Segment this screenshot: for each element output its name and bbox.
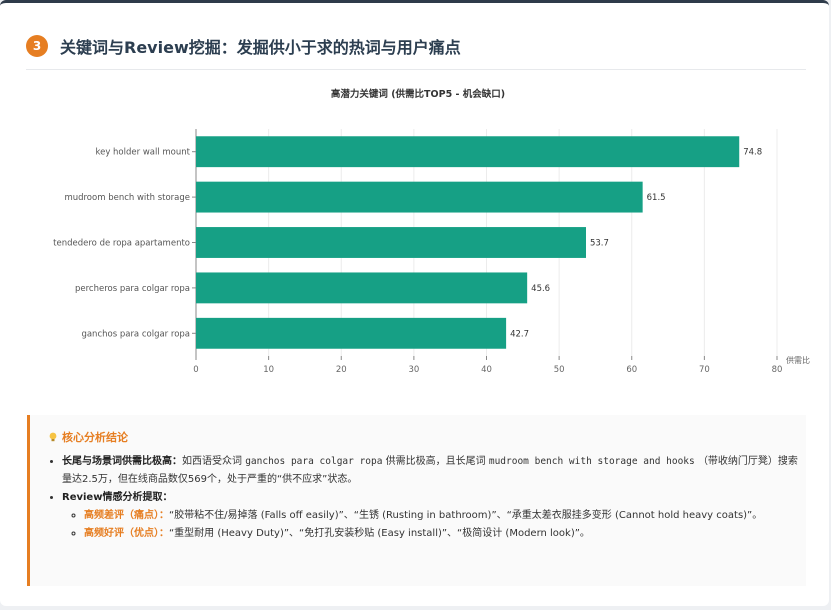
analysis-card: 3 关键词与Review挖掘：发掘供小于求的热词与用户痛点 高潜力关键词 (供需…	[0, 0, 829, 606]
bar	[196, 136, 740, 168]
point-label: Review情感分析提取：	[62, 492, 173, 503]
data-label: 42.7	[510, 329, 529, 339]
negative-review-text: “胶带粘不住/易掉落 (Falls off easily)”、“生锈 (Rust…	[169, 510, 763, 521]
bar	[196, 272, 528, 304]
bar	[196, 227, 586, 258]
bar	[196, 181, 643, 213]
conclusion-panel: 核心分析结论 长尾与场景词供需比极高：如西语受众词 ganchos para c…	[27, 415, 806, 586]
negative-review-item: 高频差评（痛点）：“胶带粘不住/易掉落 (Falls off easily)”、…	[84, 507, 802, 525]
x-tick-label: 10	[263, 365, 274, 375]
bar	[196, 317, 507, 349]
positive-review-text: “重型耐用 (Heavy Duty)”、“免打孔安装秒贴 (Easy insta…	[169, 528, 590, 539]
conclusion-point-reviews: Review情感分析提取： 高频差评（痛点）：“胶带粘不住/易掉落 (Falls…	[62, 489, 802, 543]
data-label: 74.8	[743, 148, 762, 158]
conclusion-point-demand: 长尾与场景词供需比极高：如西语受众词 ganchos para colgar r…	[62, 453, 802, 489]
x-tick-label: 50	[554, 365, 565, 375]
keyword-bar-chart: 高潜力关键词 (供需比TOP5 - 机会缺口) 0 10 20 30 40 50 60 70 8…	[53, 88, 810, 375]
positive-review-label: 高频好评（优点）：	[84, 528, 169, 539]
conclusion-heading: 核心分析结论	[48, 429, 128, 445]
lightbulb-icon	[49, 432, 57, 442]
category-label: mudroom bench with storage	[64, 193, 190, 203]
x-tick-label: 80	[772, 365, 783, 375]
x-tick-label: 60	[626, 365, 637, 375]
category-label: tendedero de ropa apartamento	[53, 239, 190, 249]
data-label: 45.6	[531, 284, 550, 294]
point-text: 如西语受众词	[182, 456, 242, 467]
x-tick-label: 40	[481, 365, 492, 375]
data-label: 61.5	[647, 193, 666, 203]
data-label: 53.7	[590, 239, 609, 249]
review-sublist: 高频差评（痛点）：“胶带粘不住/易掉落 (Falls off easily)”、…	[62, 507, 802, 543]
x-axis-label: 供需比	[786, 355, 810, 365]
negative-review-label: 高频差评（痛点）：	[84, 510, 169, 521]
chart-title: 高潜力关键词 (供需比TOP5 - 机会缺口)	[331, 88, 505, 100]
section-header: 3 关键词与Review挖掘：发掘供小于求的热词与用户痛点	[26, 33, 806, 70]
x-tick-label: 20	[336, 365, 347, 375]
point-text: 供需比极高，且长尾词	[385, 456, 486, 467]
point-label: 长尾与场景词供需比极高：	[62, 456, 182, 467]
category-label: ganchos para colgar ropa	[81, 329, 190, 339]
x-tick-label: 30	[408, 365, 419, 375]
section-title: 关键词与Review挖掘：发掘供小于求的热词与用户痛点	[60, 38, 461, 57]
step-number-badge: 3	[26, 35, 48, 57]
category-label: percheros para colgar ropa	[75, 284, 190, 294]
x-tick-label: 70	[699, 365, 710, 375]
conclusion-list: 长尾与场景词供需比极高：如西语受众词 ganchos para colgar r…	[44, 453, 802, 543]
x-tick-label: 0	[193, 365, 198, 375]
conclusion-heading-text: 核心分析结论	[62, 431, 128, 444]
category-label: key holder wall mount	[95, 148, 190, 158]
keyword-code: mudroom bench with storage and hooks	[488, 456, 695, 467]
keyword-code: ganchos para colgar ropa	[245, 456, 383, 467]
positive-review-item: 高频好评（优点）：“重型耐用 (Heavy Duty)”、“免打孔安装秒贴 (E…	[84, 525, 802, 543]
chart-bars: 74.8 61.5 53.7 45.6 42.7	[196, 136, 762, 349]
